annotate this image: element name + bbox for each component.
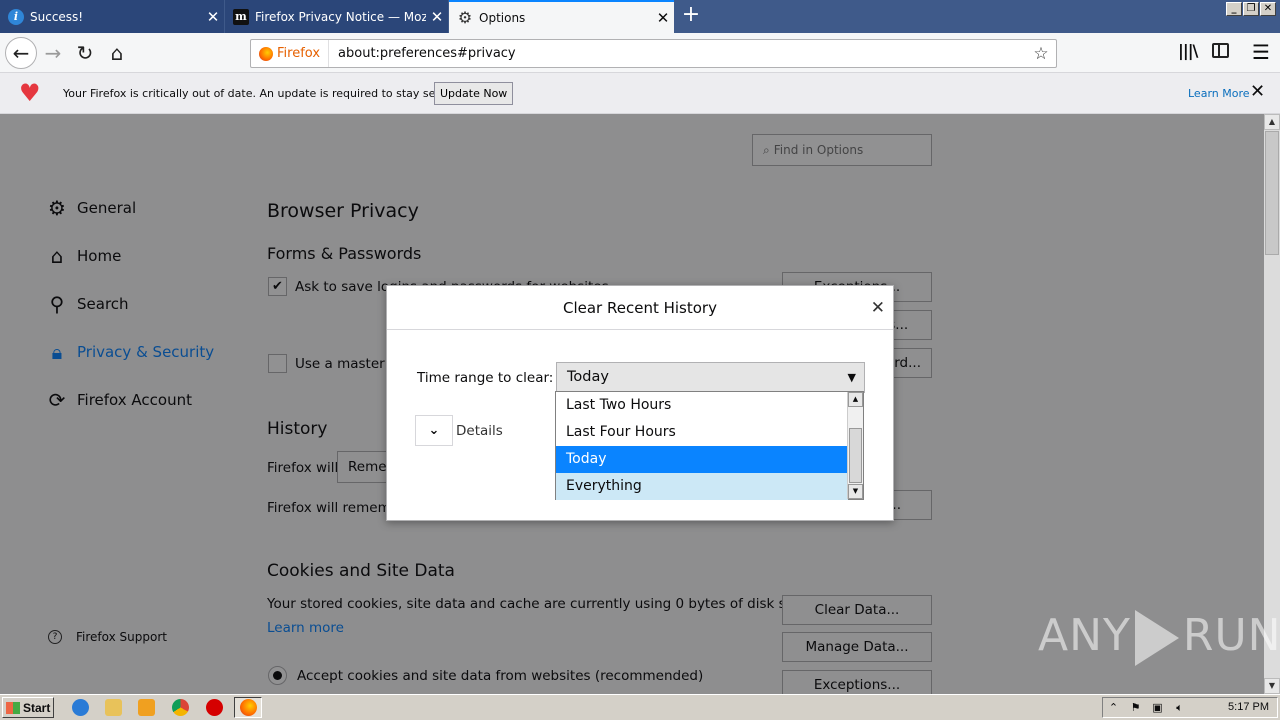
scroll-up-arrow-icon[interactable]: ▲ bbox=[1264, 114, 1280, 130]
tab-title: Success! bbox=[30, 9, 84, 24]
media-player-icon[interactable] bbox=[138, 699, 155, 716]
selected-range: Today bbox=[567, 369, 609, 385]
watermark-left: ANY bbox=[1038, 610, 1131, 661]
scroll-up-arrow-icon[interactable]: ▲ bbox=[848, 392, 863, 407]
gear-icon: ⚙ bbox=[457, 8, 473, 27]
mozilla-m-icon: m bbox=[233, 8, 249, 25]
library-icon[interactable]: |||\ bbox=[1178, 41, 1198, 60]
hamburger-menu-icon[interactable]: ☰ bbox=[1252, 40, 1270, 64]
scrollbar-thumb[interactable] bbox=[849, 428, 862, 483]
time-range-label: Time range to clear: bbox=[417, 370, 554, 386]
windows-logo-icon bbox=[6, 701, 20, 714]
option-last-four-hours[interactable]: Last Four Hours bbox=[556, 419, 848, 446]
tab-strip: i Success! ✕ m Firefox Privacy Notice — … bbox=[0, 0, 1280, 33]
reload-button[interactable]: ↻ bbox=[70, 38, 100, 68]
clock[interactable]: 5:17 PM bbox=[1228, 701, 1269, 713]
anyrun-watermark: ANY RUN bbox=[1038, 610, 1280, 666]
home-button[interactable]: ⌂ bbox=[102, 38, 132, 68]
tab-success[interactable]: i Success! ✕ bbox=[0, 0, 224, 33]
back-button[interactable]: ← bbox=[5, 37, 37, 69]
update-notification-bar: ♥ Your Firefox is critically out of date… bbox=[0, 73, 1280, 114]
system-tray: ⌃ ⚑ ▣ 🔈︎ 5:17 PM bbox=[1102, 697, 1278, 718]
navigation-toolbar: ← → ↻ ⌂ Firefox about:preferences#privac… bbox=[0, 33, 1280, 73]
dialog-title: Clear Recent History bbox=[387, 286, 893, 330]
url-bar[interactable]: Firefox about:preferences#privacy ☆ bbox=[250, 39, 1057, 68]
network-icon[interactable]: ▣ bbox=[1151, 701, 1164, 714]
identity-label: Firefox bbox=[277, 46, 321, 61]
close-icon[interactable]: ✕ bbox=[202, 8, 224, 26]
opera-icon[interactable] bbox=[206, 699, 223, 716]
start-label: Start bbox=[23, 700, 51, 715]
new-tab-button[interactable]: + bbox=[678, 4, 704, 28]
bookmark-star-icon[interactable]: ☆ bbox=[1026, 44, 1056, 64]
restore-button[interactable]: ❐ bbox=[1243, 2, 1259, 16]
dropdown-arrow-icon: ▼ bbox=[847, 371, 856, 384]
window-controls: _ ❐ ✕ bbox=[1226, 2, 1276, 16]
firefox-taskbar-button[interactable] bbox=[234, 697, 262, 718]
details-toggle-button[interactable]: ⌄ bbox=[415, 415, 453, 446]
close-icon[interactable]: ✕ bbox=[652, 9, 674, 27]
start-button[interactable]: Start bbox=[2, 697, 54, 718]
time-range-dropdown-list: Last Two Hours Last Four Hours Today Eve… bbox=[555, 391, 864, 500]
option-today[interactable]: Today bbox=[556, 446, 848, 473]
learn-more-link[interactable]: Learn More bbox=[1188, 87, 1250, 100]
page-scrollbar[interactable]: ▲ ▼ bbox=[1264, 114, 1280, 694]
time-range-select[interactable]: Today ▼ bbox=[556, 362, 865, 393]
scroll-down-arrow-icon[interactable]: ▼ bbox=[848, 484, 863, 499]
info-icon: i bbox=[8, 8, 24, 25]
details-label: Details bbox=[456, 423, 503, 439]
tab-options[interactable]: ⚙ Options ✕ bbox=[449, 0, 674, 33]
firefox-logo-icon bbox=[259, 46, 273, 61]
minimize-button[interactable]: _ bbox=[1226, 2, 1242, 16]
forward-button[interactable]: → bbox=[38, 38, 68, 68]
volume-icon[interactable]: 🔈︎ bbox=[1173, 701, 1186, 714]
url-text[interactable]: about:preferences#privacy bbox=[329, 46, 1026, 61]
update-now-button[interactable]: Update Now bbox=[434, 82, 514, 105]
option-everything[interactable]: Everything bbox=[556, 473, 848, 500]
folder-icon[interactable] bbox=[105, 699, 122, 716]
tab-title: Options bbox=[479, 10, 526, 25]
tab-privacy-notice[interactable]: m Firefox Privacy Notice — Mozilla ✕ bbox=[225, 0, 448, 33]
windows-taskbar: Start ⌃ ⚑ ▣ 🔈︎ 5:17 PM bbox=[0, 694, 1280, 720]
heart-icon: ♥ bbox=[19, 79, 41, 107]
notification-message: Your Firefox is critically out of date. … bbox=[63, 87, 463, 100]
window-close-button[interactable]: ✕ bbox=[1260, 2, 1276, 16]
action-center-flag-icon[interactable]: ⚑ bbox=[1129, 701, 1142, 714]
sidebar-icon[interactable] bbox=[1212, 43, 1229, 58]
internet-explorer-icon[interactable] bbox=[72, 699, 89, 716]
firefox-logo-icon bbox=[240, 699, 257, 716]
tab-title: Firefox Privacy Notice — Mozilla bbox=[255, 9, 426, 24]
play-icon bbox=[1134, 610, 1179, 666]
chrome-icon[interactable] bbox=[172, 699, 189, 716]
show-hidden-icons-icon[interactable]: ⌃ bbox=[1107, 701, 1120, 714]
close-icon[interactable]: ✕ bbox=[1250, 81, 1265, 102]
scrollbar-thumb[interactable] bbox=[1265, 131, 1279, 255]
scroll-down-arrow-icon[interactable]: ▼ bbox=[1264, 678, 1280, 694]
watermark-right: RUN bbox=[1182, 610, 1280, 661]
option-last-two-hours[interactable]: Last Two Hours bbox=[556, 392, 848, 419]
identity-box[interactable]: Firefox bbox=[251, 40, 330, 67]
dropdown-scrollbar[interactable]: ▲ ▼ bbox=[847, 392, 863, 499]
close-icon[interactable]: ✕ bbox=[426, 8, 448, 26]
close-icon[interactable]: ✕ bbox=[871, 298, 885, 318]
